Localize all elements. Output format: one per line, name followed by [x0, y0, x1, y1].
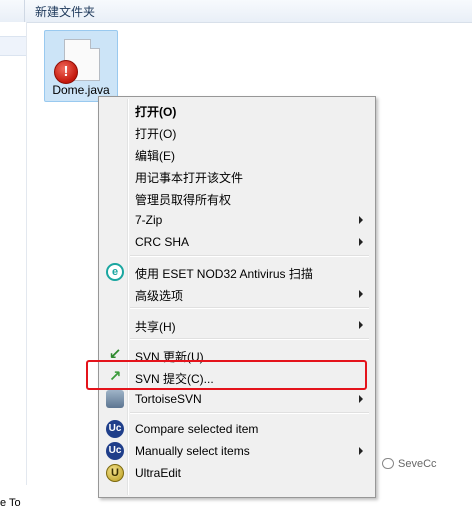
nav-pane-selected-row[interactable]: [0, 36, 26, 56]
submenu-arrow-icon: [359, 395, 363, 403]
svn-commit-highlight-box: [86, 360, 367, 390]
nav-pane-truncated-text: e To: [0, 497, 21, 509]
nav-back-button[interactable]: [0, 0, 25, 22]
submenu-arrow-icon: [359, 216, 363, 224]
menu-item-label: 管理员取得所有权: [135, 193, 232, 207]
submenu-arrow-icon: [359, 321, 363, 329]
menu-item-compare-selected[interactable]: Uc Compare selected item: [101, 418, 371, 440]
menu-item-label: 7-Zip: [135, 213, 163, 227]
menu-item-eset-scan[interactable]: e 使用 ESET NOD32 Antivirus 扫描: [101, 261, 371, 283]
menu-item-open-notepad[interactable]: 用记事本打开该文件: [101, 165, 371, 187]
menu-item-label: 编辑(E): [135, 149, 175, 163]
explorer-header: 新建文件夹: [0, 0, 472, 23]
ultracompare-icon: Uc: [106, 420, 124, 438]
menu-item-label: Compare selected item: [135, 422, 259, 436]
watermark-text: SeveCc: [398, 458, 437, 470]
tortoisesvn-icon: [106, 390, 124, 408]
file-name-label: Dome.java: [52, 83, 110, 97]
wechat-icon: [382, 458, 394, 469]
menu-item-label: CRC SHA: [135, 235, 190, 249]
ultraedit-icon: U: [106, 464, 124, 482]
menu-separator: [130, 307, 369, 309]
submenu-arrow-icon: [359, 238, 363, 246]
menu-item-advanced-options[interactable]: 高级选项: [101, 283, 371, 305]
menu-item-ultraedit[interactable]: U UltraEdit: [101, 462, 371, 484]
menu-item-edit[interactable]: 编辑(E): [101, 143, 371, 165]
menu-item-label: Manually select items: [135, 444, 250, 458]
context-menu: 打开(O) 打开(O) 编辑(E) 用记事本打开该文件 管理员取得所有权 7-Z…: [98, 96, 376, 498]
menu-item-manually-select[interactable]: Uc Manually select items: [101, 440, 371, 462]
menu-item-open[interactable]: 打开(O): [101, 121, 371, 143]
menu-item-label: TortoiseSVN: [135, 392, 202, 406]
menu-item-label: 打开(O): [135, 105, 177, 119]
folder-title[interactable]: 新建文件夹: [35, 3, 95, 20]
menu-item-share[interactable]: 共享(H): [101, 314, 371, 336]
error-overlay-icon: !: [54, 60, 78, 84]
menu-item-label: UltraEdit: [135, 466, 182, 480]
eset-icon: e: [106, 263, 124, 281]
submenu-arrow-icon: [359, 447, 363, 455]
submenu-arrow-icon: [359, 290, 363, 298]
menu-separator: [130, 338, 369, 340]
file-item-dome-java[interactable]: ! Dome.java: [44, 30, 118, 102]
menu-item-crc-sha[interactable]: CRC SHA: [101, 231, 371, 253]
menu-item-tortoisesvn[interactable]: TortoiseSVN: [101, 388, 371, 410]
ultracompare-icon: Uc: [106, 442, 124, 460]
menu-item-label: 共享(H): [135, 320, 176, 334]
menu-separator: [130, 412, 369, 414]
menu-item-open-bold[interactable]: 打开(O): [101, 99, 371, 121]
menu-separator: [130, 255, 369, 257]
menu-item-7zip[interactable]: 7-Zip: [101, 209, 371, 231]
menu-item-label: 用记事本打开该文件: [135, 171, 244, 185]
navigation-pane: e To: [0, 22, 27, 509]
menu-item-take-ownership[interactable]: 管理员取得所有权: [101, 187, 371, 209]
menu-item-label: 打开(O): [135, 127, 177, 141]
menu-item-label: 高级选项: [135, 289, 184, 303]
menu-item-label: 使用 ESET NOD32 Antivirus 扫描: [135, 267, 313, 281]
